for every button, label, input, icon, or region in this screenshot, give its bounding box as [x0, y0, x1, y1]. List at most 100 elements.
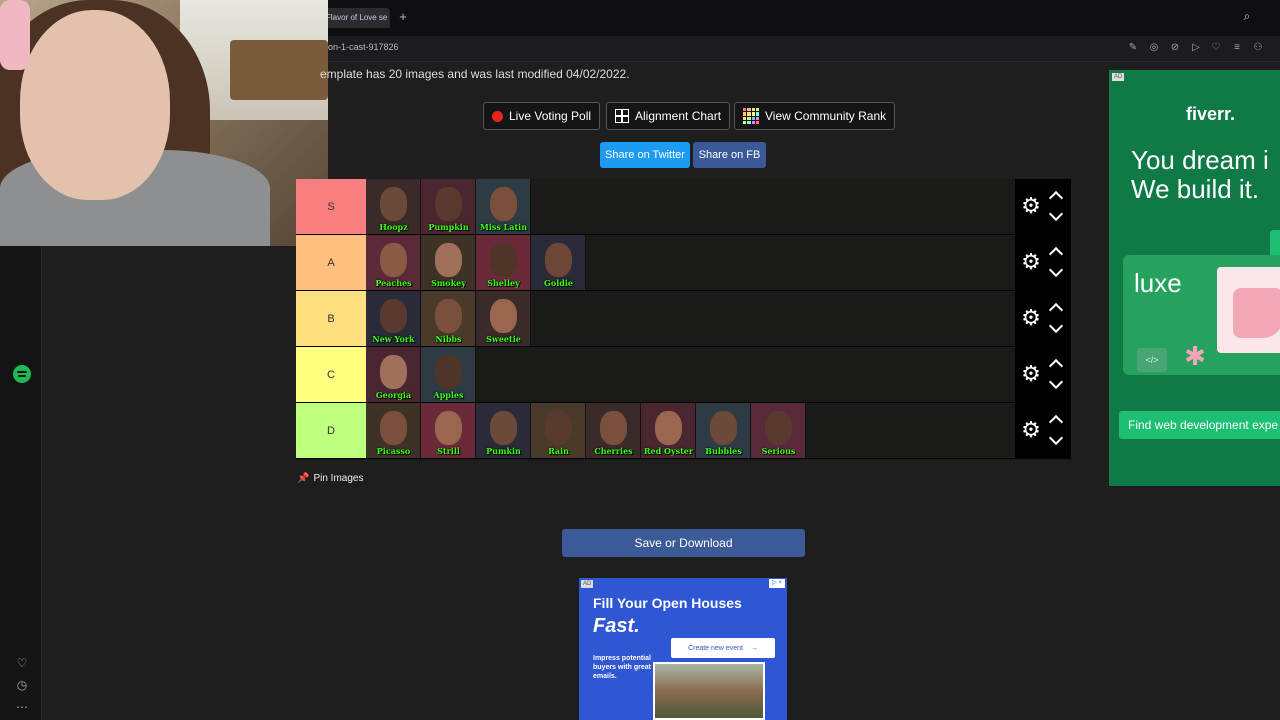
tier-image[interactable]: Rain — [531, 403, 586, 458]
tier-label-c[interactable]: C — [296, 347, 366, 402]
tier-image[interactable]: New York — [366, 291, 421, 346]
tier-image[interactable]: Serious — [751, 403, 806, 458]
tier-image[interactable]: Pumpkin — [421, 179, 476, 234]
tier-image[interactable]: Goldie — [531, 235, 586, 290]
move-down-icon[interactable] — [1049, 379, 1063, 391]
move-up-icon[interactable] — [1049, 245, 1063, 257]
ad-close-button[interactable]: ▷ × — [769, 579, 785, 588]
tier-image[interactable]: Smokey — [421, 235, 476, 290]
webcam-person-face — [20, 10, 170, 200]
house-image — [653, 662, 765, 720]
fiverr-headline-line1: You dream i — [1131, 145, 1269, 175]
tier-image[interactable]: Nibbs — [421, 291, 476, 346]
profile-icon[interactable]: ⚇ — [1251, 41, 1265, 55]
create-event-button[interactable]: Create new event → — [671, 638, 775, 658]
tier-image[interactable]: Red Oyster — [641, 403, 696, 458]
browser-tab[interactable]: Flavor of Love se — [322, 8, 390, 28]
ad-tag: AD — [581, 580, 594, 588]
gear-icon[interactable]: ⚙ — [1019, 418, 1043, 442]
alignment-chart-button[interactable]: Alignment Chart — [606, 102, 731, 130]
tier-items: Georgia Apples — [366, 347, 1015, 402]
tier-list: S Hoopz Pumpkin Miss Latin ⚙ A Peaches Smokey Sh… — [296, 179, 1071, 460]
gear-icon[interactable]: ⚙ — [1019, 362, 1043, 386]
gear-icon[interactable]: ⚙ — [1019, 194, 1043, 218]
edit-icon[interactable]: ✎ — [1126, 41, 1140, 55]
grid-icon — [615, 109, 629, 123]
tier-image[interactable]: Shelley — [476, 235, 531, 290]
shield-icon[interactable]: ⊘ — [1168, 41, 1182, 55]
tier-label-b[interactable]: B — [296, 291, 366, 346]
tier-image[interactable]: Cherries — [586, 403, 641, 458]
tier-row-d: D Picasso Strill Pumkin Rain Cherries Red Oyst… — [296, 403, 1071, 459]
tier-controls: ⚙ — [1015, 347, 1071, 402]
portrait-face — [380, 355, 407, 389]
view-community-rank-button[interactable]: View Community Rank — [734, 102, 896, 130]
tier-row-c: C Georgia Apples ⚙ — [296, 347, 1071, 403]
tier-image[interactable]: Peaches — [366, 235, 421, 290]
contestant-name: Sweetie — [486, 334, 521, 344]
portrait-face — [435, 411, 462, 445]
tier-label-a[interactable]: A — [296, 235, 366, 290]
tier-image[interactable]: Pumkin — [476, 403, 531, 458]
contestant-name: Apples — [433, 390, 464, 400]
history-icon[interactable]: ◷ — [13, 678, 31, 694]
ad-tag: AD — [1112, 73, 1125, 81]
pin-images-toggle[interactable]: 📌 Pin Images — [297, 473, 363, 484]
webcam-background-table — [230, 40, 328, 100]
portrait-face — [490, 411, 517, 445]
move-down-icon[interactable] — [1049, 211, 1063, 223]
more-options-icon[interactable]: ⋯ — [13, 700, 31, 716]
open-houses-ad[interactable]: AD ▷ × Fill Your Open Houses Fast. Impre… — [579, 578, 787, 720]
gear-icon[interactable]: ⚙ — [1019, 306, 1043, 330]
share-facebook-button[interactable]: Share on FB — [693, 142, 766, 168]
spotify-icon[interactable] — [13, 365, 31, 383]
portrait-face — [380, 299, 407, 333]
new-tab-icon[interactable]: + — [396, 10, 410, 24]
template-info-text: emplate has 20 images and was last modif… — [320, 67, 630, 81]
move-up-icon[interactable] — [1049, 301, 1063, 313]
move-down-icon[interactable] — [1049, 323, 1063, 335]
tier-image[interactable]: Picasso — [366, 403, 421, 458]
tier-label-s[interactable]: S — [296, 179, 366, 234]
portrait-face — [380, 243, 407, 277]
browser-sidebar — [0, 246, 42, 720]
fiverr-ad[interactable]: AD fiverr. You dream i We build it. luxe… — [1109, 70, 1280, 486]
contestant-name: Red Oyster — [643, 446, 694, 456]
url-text[interactable]: on-1-cast-917826 — [328, 42, 399, 52]
play-icon[interactable]: ▷ — [1189, 41, 1203, 55]
pin-icon: 📌 — [297, 473, 310, 484]
tier-image[interactable]: Sweetie — [476, 291, 531, 346]
tier-label-d[interactable]: D — [296, 403, 366, 458]
live-voting-poll-button[interactable]: Live Voting Poll — [483, 102, 601, 130]
portrait-face — [710, 411, 737, 445]
tier-image[interactable]: Strill — [421, 403, 476, 458]
pink-chair — [1233, 288, 1280, 338]
contestant-name: Shelley — [487, 278, 520, 288]
tier-image[interactable]: Georgia — [366, 347, 421, 402]
tier-row-s: S Hoopz Pumpkin Miss Latin ⚙ — [296, 179, 1071, 235]
menu-icon[interactable]: ≡ — [1230, 41, 1244, 55]
fiverr-headline: You dream i We build it. — [1131, 146, 1280, 204]
move-up-icon[interactable] — [1049, 413, 1063, 425]
find-web-development-button[interactable]: Find web development expe — [1119, 411, 1280, 439]
move-down-icon[interactable] — [1049, 435, 1063, 447]
move-up-icon[interactable] — [1049, 189, 1063, 201]
heart-icon[interactable]: ♡ — [1209, 41, 1223, 55]
tier-controls: ⚙ — [1015, 179, 1071, 234]
tier-items: Peaches Smokey Shelley Goldie — [366, 235, 1015, 290]
portrait-face — [545, 243, 572, 277]
favorites-icon[interactable]: ♡ — [13, 656, 31, 672]
save-or-download-button[interactable]: Save or Download — [562, 529, 805, 557]
search-icon[interactable]: ⌕ — [1238, 9, 1256, 27]
share-twitter-button[interactable]: Share on Twitter — [600, 142, 690, 168]
tier-image[interactable]: Hoopz — [366, 179, 421, 234]
move-up-icon[interactable] — [1049, 357, 1063, 369]
tier-image[interactable]: Miss Latin — [476, 179, 531, 234]
move-down-icon[interactable] — [1049, 267, 1063, 279]
portrait-face — [545, 411, 572, 445]
tier-image[interactable]: Apples — [421, 347, 476, 402]
gear-icon[interactable]: ⚙ — [1019, 250, 1043, 274]
tier-image[interactable]: Bubbles — [696, 403, 751, 458]
screenshot-icon[interactable]: ◎ — [1147, 41, 1161, 55]
portrait-face — [435, 187, 462, 221]
